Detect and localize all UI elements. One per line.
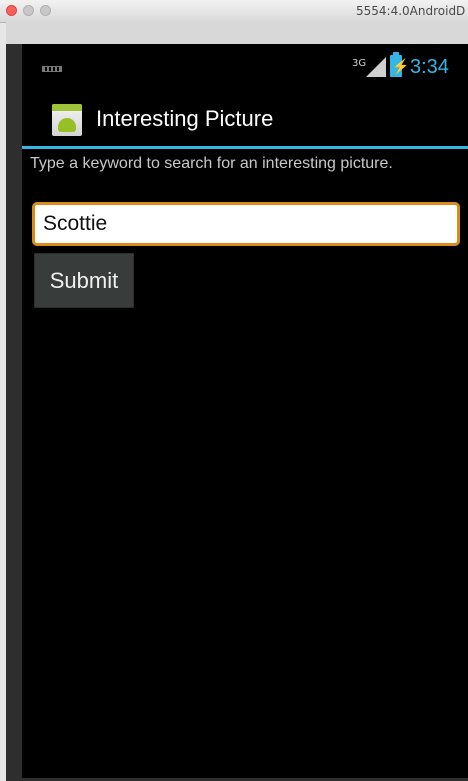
android-robot-icon [58,118,76,132]
network-type-label: 3G [352,58,367,69]
status-clock: 3:34 [410,56,449,78]
battery-charging-icon: ⚡ [390,52,409,77]
window-title: 5554:4.0AndroidD [356,4,466,18]
close-window-icon[interactable] [6,5,17,16]
emulator-window: 5554:4.0AndroidD 3G ⚡ 3:34 Interesting P… [0,0,468,781]
minimize-window-icon[interactable] [23,5,34,16]
emulator-frame-top [6,22,468,44]
keyboard-icon [42,66,62,72]
window-titlebar[interactable]: 5554:4.0AndroidD [0,0,468,23]
submit-button[interactable]: Submit [34,253,134,308]
keyword-input[interactable] [32,202,460,246]
signal-icon [366,57,386,77]
charging-bolt-icon: ⚡ [392,58,410,74]
android-app-icon[interactable] [52,104,82,136]
device-screen: 3G ⚡ 3:34 Interesting Picture Type a key… [22,44,468,778]
app-title: Interesting Picture [96,106,274,131]
search-prompt: Type a keyword to search for an interest… [30,155,393,172]
status-bar: 3G ⚡ 3:34 [22,44,468,88]
zoom-window-icon[interactable] [40,5,51,16]
app-icon-stripe [52,104,82,111]
action-bar: Interesting Picture [22,88,468,149]
